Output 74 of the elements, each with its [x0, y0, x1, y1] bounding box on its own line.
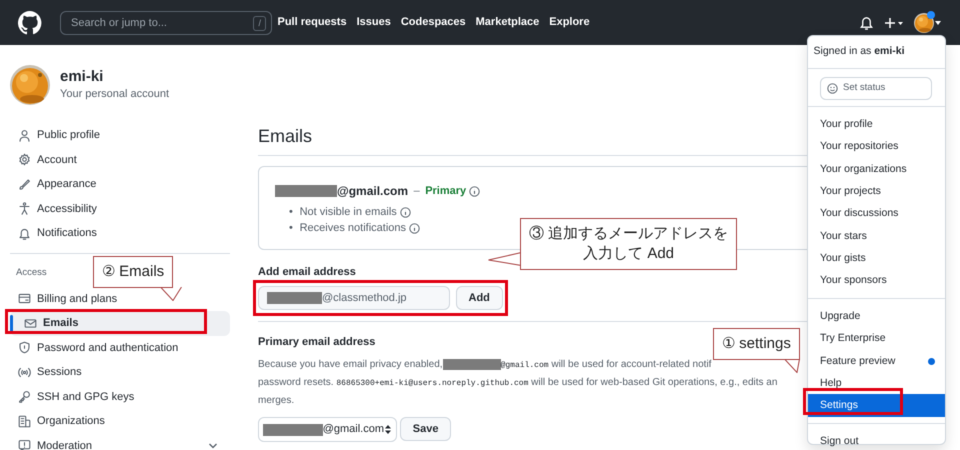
field-label: Add email address — [258, 265, 356, 280]
sidebar-item[interactable]: Password and authentication — [10, 336, 230, 360]
key-icon — [18, 390, 31, 404]
broadcast-icon — [18, 366, 31, 379]
sidebar-item[interactable]: Accessibility — [10, 196, 230, 221]
menu-item[interactable]: Sign out — [808, 430, 945, 450]
info-icon — [468, 186, 480, 196]
save-button[interactable]: Save — [400, 417, 452, 441]
shield-icon — [18, 341, 31, 354]
sidebar-item[interactable]: Account — [10, 148, 230, 172]
logo-icon — [18, 10, 42, 34]
menu-item[interactable]: Your gists — [808, 247, 945, 270]
signed-in-text: Signed in as emi-ki — [814, 45, 905, 57]
bell-icon — [859, 15, 874, 30]
shortcut-key: / — [253, 16, 266, 30]
callout-text: ③ 追加するメールアドレスを 入力して Add — [520, 218, 738, 270]
note-text: Receives notifications — [300, 221, 406, 236]
primary-label: Primary — [425, 184, 466, 199]
plus-icon[interactable] — [884, 16, 904, 30]
sidebar-item[interactable]: Public profile — [10, 123, 230, 148]
add-button[interactable]: Add — [456, 286, 503, 310]
sidebar-item[interactable]: Sessions — [10, 360, 230, 384]
sort-icon — [384, 424, 392, 435]
section-heading: Access — [16, 266, 47, 280]
email-address: @gmail.com — [275, 182, 408, 200]
sidebar-item[interactable]: Appearance — [10, 172, 230, 196]
menu-item[interactable]: Upgrade — [808, 304, 945, 328]
separator: – — [414, 184, 420, 199]
selection-bar — [10, 315, 13, 332]
info-icon — [408, 222, 420, 234]
menu-item[interactable]: Try Enterprise — [808, 327, 945, 350]
sidebar-item[interactable]: SSH and GPG keys — [10, 384, 230, 409]
sidebar-item[interactable]: Notifications — [10, 221, 230, 246]
bullet: • — [289, 205, 293, 220]
gear-icon — [18, 153, 31, 166]
menu-item[interactable]: Your sponsors — [808, 269, 945, 292]
sidebar-item[interactable]: Billing and plans — [10, 286, 230, 311]
menu-item[interactable]: Feature preview — [808, 350, 945, 372]
info-icon — [400, 206, 411, 218]
nav-link[interactable]: Codespaces — [400, 14, 466, 31]
menu-item[interactable]: Your stars — [808, 224, 945, 248]
callout-pointer — [784, 359, 800, 373]
callout-pointer — [160, 287, 182, 301]
sidebar-item[interactable]: Organizations — [10, 409, 230, 434]
bell-icon — [18, 226, 31, 240]
brush-icon — [18, 178, 31, 191]
callout-text: ② Emails — [93, 256, 174, 288]
note-text: Not visible in emails — [300, 205, 397, 220]
bullet: • — [289, 221, 293, 236]
report-icon — [18, 439, 31, 450]
sidebar-item[interactable]: Moderation — [10, 434, 230, 450]
status-button[interactable]: Set status — [820, 76, 932, 100]
nav-link[interactable]: Explore — [549, 14, 590, 31]
building-icon — [18, 414, 31, 428]
profile-subtitle: Your personal account — [60, 86, 170, 102]
accessibility-icon — [18, 202, 31, 216]
section-label: Primary email address — [258, 335, 376, 350]
nav-link[interactable]: Marketplace — [476, 14, 540, 31]
nav-link[interactable]: Pull requests — [278, 14, 347, 31]
chevron-icon — [208, 442, 218, 450]
nav-link[interactable]: Issues — [356, 14, 391, 31]
menu-item[interactable]: Your projects — [808, 180, 945, 202]
menu-item[interactable]: Your organizations — [808, 158, 945, 180]
menu-item[interactable]: Your discussions — [808, 202, 945, 225]
person-icon — [18, 128, 31, 142]
callout-pointer — [488, 252, 522, 266]
credit-card-icon — [18, 292, 31, 306]
select-field[interactable]: @gmail.com — [258, 417, 397, 442]
menu-item[interactable]: Help — [808, 372, 945, 394]
smiley-icon — [827, 82, 838, 94]
profile-name: emi-ki — [60, 68, 104, 86]
input-field[interactable]: @classmethod.jp — [258, 286, 450, 310]
mail-icon — [24, 316, 37, 330]
caret-icon — [934, 20, 942, 26]
